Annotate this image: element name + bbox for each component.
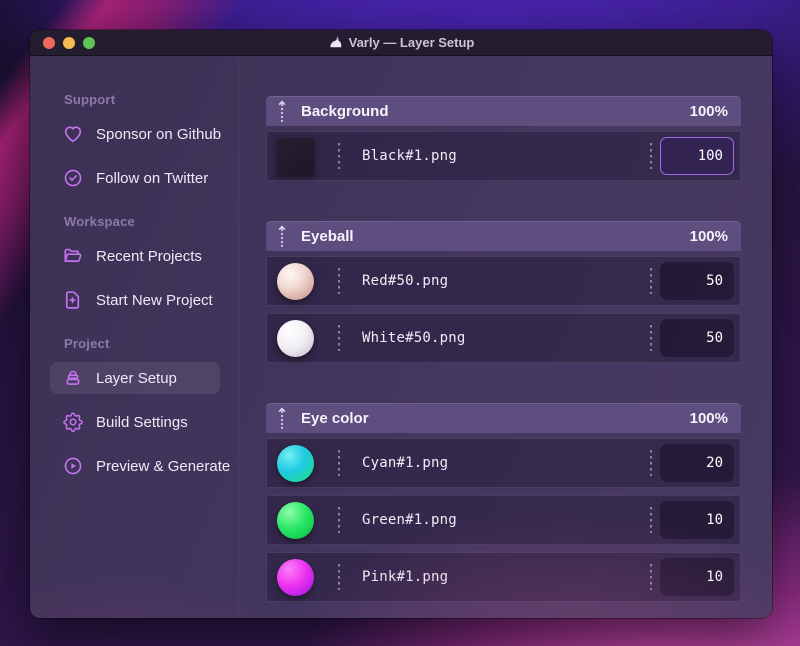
app-window: Varly — Layer Setup Support Sponsor on G…	[30, 30, 772, 618]
document-add-icon	[62, 289, 84, 311]
layer-group-title: Background	[301, 102, 389, 120]
layer-group-weight: 100%	[689, 409, 728, 427]
sidebar-item-start-new-project[interactable]: Start New Project	[50, 284, 220, 316]
pink-sphere-thumbnail	[277, 558, 314, 596]
layer-group: Eyeball 100% Red#50.png White#50.png	[266, 221, 741, 363]
layer-filename: Red#50.png	[362, 273, 449, 289]
white-sphere-thumbnail	[277, 319, 314, 357]
layer-group-header[interactable]: Background 100%	[266, 96, 741, 126]
drag-dots-icon[interactable]	[650, 450, 652, 476]
drag-dots-icon[interactable]	[338, 507, 340, 533]
drag-dots-icon[interactable]	[650, 268, 652, 294]
sidebar-item-label: Start New Project	[96, 291, 213, 309]
sidebar-section-label: Support	[64, 92, 116, 107]
layer-group-title: Eye color	[301, 409, 369, 427]
sidebar-section-label: Workspace	[64, 214, 135, 229]
layer-group-header[interactable]: Eye color 100%	[266, 403, 741, 433]
layer-weight-input[interactable]	[660, 558, 734, 596]
sidebar-section: Support Sponsor on Github Follow on Twit…	[62, 90, 221, 194]
layer-group-weight: 100%	[689, 102, 728, 120]
sidebar-item-label: Preview & Generate	[96, 457, 231, 475]
layer-row[interactable]: Green#1.png	[266, 495, 741, 545]
drag-handle-icon[interactable]	[277, 100, 287, 122]
sidebar-section-label: Project	[64, 336, 110, 351]
layer-group-header[interactable]: Eyeball 100%	[266, 221, 741, 251]
sidebar-item-label: Recent Projects	[96, 247, 202, 265]
layer-weight-input[interactable]	[660, 501, 734, 539]
heart-icon	[62, 123, 84, 145]
sidebar-item-build-settings[interactable]: Build Settings	[50, 406, 220, 438]
drag-dots-icon[interactable]	[650, 325, 652, 351]
drag-handle-icon[interactable]	[277, 407, 287, 429]
window-title-text: Varly — Layer Setup	[348, 35, 475, 50]
layer-group-weight: 100%	[689, 227, 728, 245]
layer-row[interactable]: Black#1.png	[266, 131, 741, 181]
layer-row[interactable]: Pink#1.png	[266, 552, 741, 602]
drag-dots-icon[interactable]	[338, 564, 340, 590]
layer-group-title: Eyeball	[301, 227, 354, 245]
layer-group: Background 100% Black#1.png	[266, 96, 741, 181]
green-sphere-thumbnail	[277, 501, 314, 539]
layer-row[interactable]: Cyan#1.png	[266, 438, 741, 488]
layer-setup-panel: Background 100% Black#1.png Eyeball 100%	[239, 56, 772, 618]
gear-icon	[62, 411, 84, 433]
play-circle-icon	[62, 455, 84, 477]
sidebar-item-preview-generate[interactable]: Preview & Generate	[50, 450, 230, 482]
sidebar-item-sponsor-on-github[interactable]: Sponsor on Github	[50, 118, 222, 150]
layer-row[interactable]: White#50.png	[266, 313, 741, 363]
sidebar-item-label: Follow on Twitter	[96, 169, 209, 187]
drag-dots-icon[interactable]	[650, 143, 652, 169]
drag-dots-icon[interactable]	[338, 268, 340, 294]
folder-icon	[62, 245, 84, 267]
layer-filename: Green#1.png	[362, 512, 457, 528]
sidebar-section: Workspace Recent Projects Start New Proj…	[62, 212, 220, 316]
layer-filename: Pink#1.png	[362, 569, 449, 585]
drag-handle-icon[interactable]	[277, 225, 287, 247]
drag-dots-icon[interactable]	[338, 143, 340, 169]
sidebar-item-label: Sponsor on Github	[96, 125, 222, 143]
window-title: Varly — Layer Setup	[30, 35, 772, 50]
sidebar-item-label: Build Settings	[96, 413, 188, 431]
sidebar-item-layer-setup[interactable]: Layer Setup	[50, 362, 220, 394]
layer-filename: Black#1.png	[362, 148, 457, 164]
titlebar[interactable]: Varly — Layer Setup	[30, 30, 772, 56]
badge-check-icon	[62, 167, 84, 189]
layer-group: Eye color 100% Cyan#1.png Green#1.png Pi…	[266, 403, 741, 602]
black-square-thumbnail	[277, 137, 314, 175]
layer-weight-input[interactable]	[660, 444, 734, 482]
layer-row[interactable]: Red#50.png	[266, 256, 741, 306]
drag-dots-icon[interactable]	[338, 325, 340, 351]
layer-weight-input[interactable]	[660, 137, 734, 175]
layer-filename: White#50.png	[362, 330, 466, 346]
window-body: Support Sponsor on Github Follow on Twit…	[30, 56, 772, 618]
sidebar-item-recent-projects[interactable]: Recent Projects	[50, 240, 220, 272]
layer-weight-input[interactable]	[660, 262, 734, 300]
unicorn-icon	[330, 36, 341, 48]
drag-dots-icon[interactable]	[338, 450, 340, 476]
sidebar: Support Sponsor on Github Follow on Twit…	[30, 56, 239, 618]
sidebar-item-label: Layer Setup	[96, 369, 177, 387]
drag-dots-icon[interactable]	[650, 507, 652, 533]
layer-weight-input[interactable]	[660, 319, 734, 357]
drag-dots-icon[interactable]	[650, 564, 652, 590]
cyan-sphere-thumbnail	[277, 444, 314, 482]
layers-icon	[62, 367, 84, 389]
sidebar-section: Project Layer Setup Build Settings Previ…	[50, 334, 230, 482]
layer-filename: Cyan#1.png	[362, 455, 449, 471]
sidebar-item-follow-on-twitter[interactable]: Follow on Twitter	[50, 162, 220, 194]
red-sphere-thumbnail	[277, 262, 314, 300]
